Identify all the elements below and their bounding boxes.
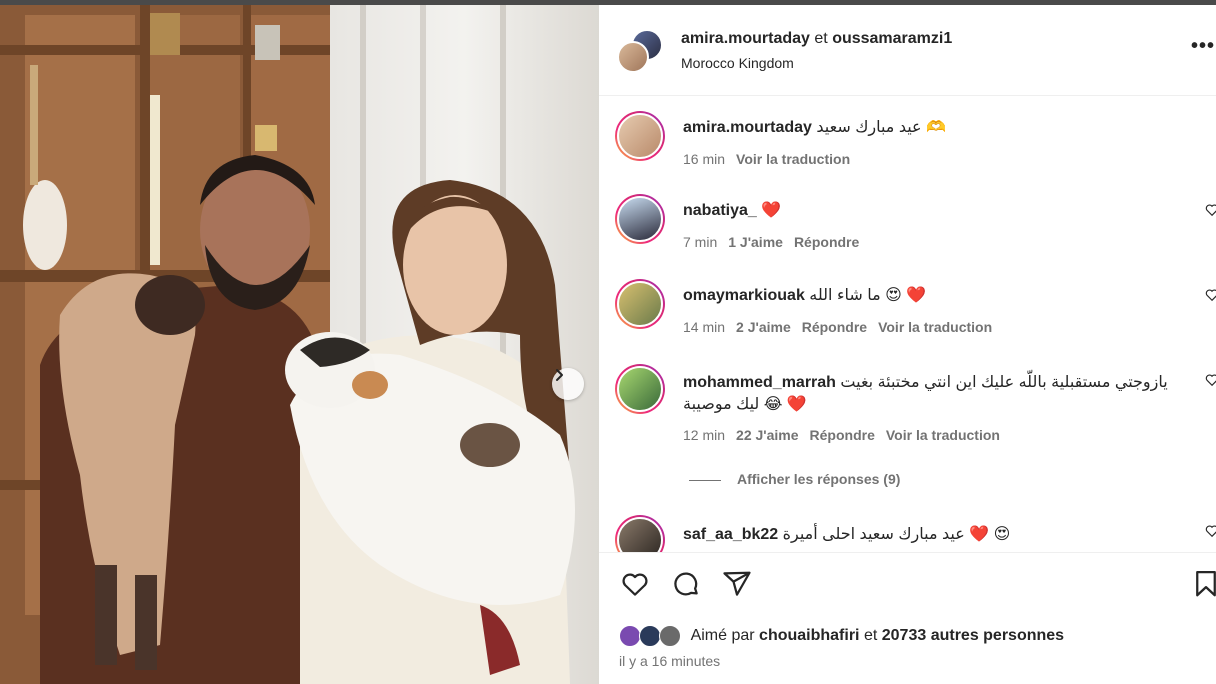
comment-meta: 16 min Voir la traduction	[683, 151, 861, 167]
likes-count[interactable]: 20733 autres personnes	[882, 627, 1064, 644]
comment-avatar[interactable]	[615, 279, 665, 329]
comment-time: 7 min	[683, 234, 718, 250]
replies-divider	[689, 479, 721, 481]
comment-username[interactable]: amira.mourtaday	[683, 119, 812, 136]
author-avatar[interactable]	[617, 41, 649, 73]
comment-text: amira.mourtaday عيد مبارك سعيد 🫶	[683, 117, 1183, 139]
comment-icon[interactable]	[671, 569, 701, 599]
comment-like-heart-icon[interactable]	[1205, 524, 1216, 538]
more-options-icon[interactable]: •••	[1191, 35, 1215, 58]
show-replies-button[interactable]: Afficher les réponses (9)	[689, 471, 900, 487]
reply-button[interactable]: Répondre	[810, 427, 875, 443]
liked-by: Aimé par chouaibhafiri et 20733 autres p…	[619, 625, 1064, 647]
comment-avatar[interactable]	[615, 364, 665, 414]
comment-like-heart-icon[interactable]	[1205, 288, 1216, 302]
post-details-panel: amira.mourtaday et oussamaramzi1 Morocco…	[599, 5, 1216, 684]
comment-likes[interactable]: 1 J'aime	[728, 234, 783, 250]
comment-body: ما شاء الله 😍 ❤️	[809, 287, 927, 304]
liked-by-prefix: Aimé par	[690, 627, 755, 645]
comment-meta: 12 min 22 J'aime Répondre Voir la traductio…	[683, 427, 1011, 443]
comment-likes[interactable]: 2 J'aime	[736, 319, 791, 335]
comment-body: عيد مبارك سعيد 🫶	[816, 119, 946, 136]
coauthor-username[interactable]: oussamaramzi1	[832, 30, 952, 47]
post-timestamp[interactable]: il y a 16 minutes	[619, 653, 720, 669]
liker-avatar	[659, 625, 681, 647]
post-actions: Aimé par chouaibhafiri et 20733 autres p…	[599, 552, 1216, 684]
comment-likes[interactable]: 22 J'aime	[736, 427, 799, 443]
next-arrow-icon	[556, 369, 563, 381]
post-location[interactable]: Morocco Kingdom	[681, 55, 794, 71]
share-icon[interactable]	[722, 569, 752, 599]
liker-avatar	[619, 625, 641, 647]
photo-illustration	[0, 5, 599, 684]
comment-avatar[interactable]	[615, 194, 665, 244]
comment-username[interactable]: nabatiya_	[683, 202, 757, 219]
comment-body: عيد مبارك سعيد احلى أميرة ❤️ 😍	[782, 526, 1011, 543]
next-photo-button[interactable]	[552, 368, 584, 400]
heart-icon[interactable]	[620, 569, 650, 599]
translate-link[interactable]: Voir la traduction	[878, 319, 992, 335]
comment-time: 16 min	[683, 151, 726, 167]
reply-button[interactable]: Répondre	[794, 234, 859, 250]
comment-username[interactable]: mohammed_marrah	[683, 374, 836, 391]
comment-text: nabatiya_ ❤️	[683, 200, 1183, 222]
translate-link[interactable]: Voir la traduction	[736, 151, 850, 167]
comment-username[interactable]: omaymarkiouak	[683, 287, 805, 304]
post-photo[interactable]	[0, 5, 599, 684]
comment-text: saf_aa_bk22 عيد مبارك سعيد احلى أميرة ❤️…	[683, 524, 1183, 546]
comment-time: 12 min	[683, 427, 726, 443]
comment-body: ❤️	[761, 202, 782, 219]
comment-meta: 7 min 1 J'aime Répondre	[683, 234, 870, 250]
comment-like-heart-icon[interactable]	[1205, 373, 1216, 387]
comment-time: 14 min	[683, 319, 726, 335]
liked-by-user[interactable]: chouaibhafiri	[759, 627, 859, 644]
liker-avatars[interactable]	[619, 625, 685, 647]
show-replies-label: Afficher les réponses (9)	[737, 471, 901, 487]
liked-by-joiner: et	[863, 627, 878, 645]
translate-link[interactable]: Voir la traduction	[886, 427, 1000, 443]
post-header: amira.mourtaday et oussamaramzi1 Morocco…	[599, 5, 1216, 96]
comment-meta: 14 min 2 J'aime Répondre Voir la traduction	[683, 319, 1003, 335]
comment-text: omaymarkiouak ما شاء الله 😍 ❤️	[683, 285, 1183, 307]
comment-text: mohammed_marrah يازوجتي مستقبلية باللّه …	[683, 372, 1183, 416]
reply-button[interactable]: Répondre	[802, 319, 867, 335]
comment-avatar[interactable]	[615, 111, 665, 161]
comment-like-heart-icon[interactable]	[1205, 203, 1216, 217]
post-authors: amira.mourtaday et oussamaramzi1	[681, 30, 952, 48]
author-avatars[interactable]	[617, 29, 663, 73]
liker-avatar	[639, 625, 661, 647]
comment-avatar[interactable]	[615, 515, 665, 552]
author-username[interactable]: amira.mourtaday	[681, 30, 810, 47]
authors-joiner: et	[814, 30, 828, 47]
bookmark-icon[interactable]	[1191, 569, 1216, 599]
comments-list[interactable]: amira.mourtaday عيد مبارك سعيد 🫶 16 min V…	[599, 97, 1216, 552]
comment-username[interactable]: saf_aa_bk22	[683, 526, 778, 543]
